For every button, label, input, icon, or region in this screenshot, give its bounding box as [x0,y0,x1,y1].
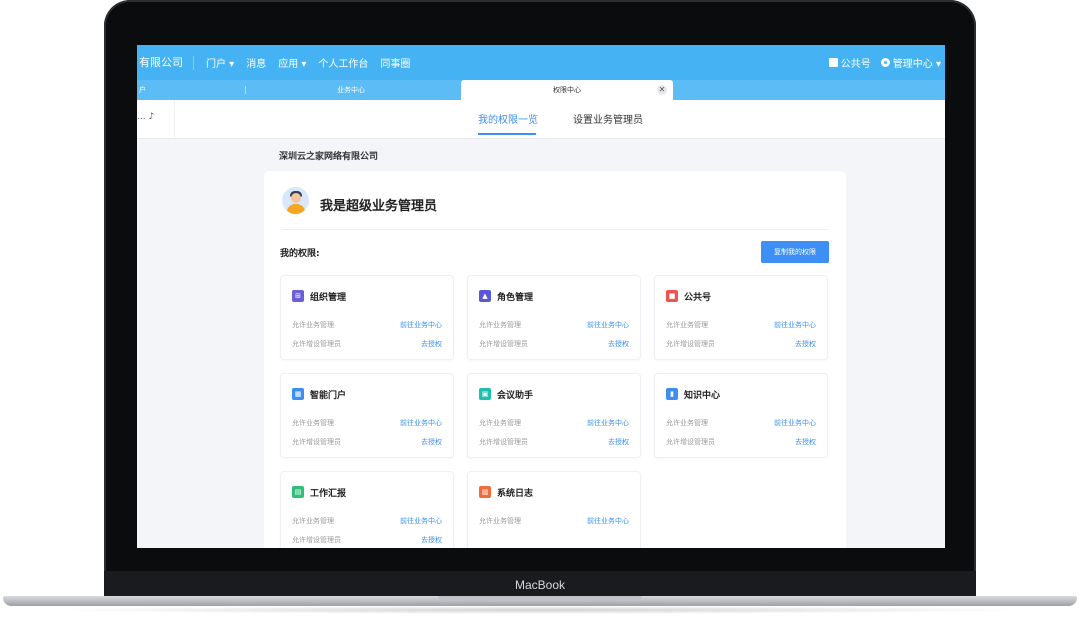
public-account-label: 公共号 [840,59,871,70]
nav-right: 公共号 管理中心 ▾ [828,55,945,70]
module-card: ▣ 会议助手 允许业务管理 前往业务中心 允许增设管理员 去授权 [467,373,641,458]
tab-business-center[interactable]: 业务中心 [337,80,365,100]
role-title: 我是超级业务管理员 [320,199,438,214]
module-title: 智能门户 [310,391,347,401]
authorize-link[interactable]: 去授权 [421,535,442,545]
permission-label: 允许增设管理员 [292,438,341,446]
module-card: ▦ 智能门户 允许业务管理 前往业务中心 允许增设管理员 去授权 [280,373,454,458]
tab-separator [245,86,246,94]
public-account-link[interactable]: 公共号 [828,55,871,70]
module-card: ■ 公共号 允许业务管理 前往业务中心 允许增设管理员 去授权 [654,275,828,360]
nav-portal[interactable]: 门户 ▾ [206,55,234,70]
role-icon: ▲ [479,290,491,302]
permission-label: 允许增设管理员 [666,340,715,348]
goto-business-center-link[interactable]: 前往业务中心 [400,516,442,526]
permissions-card: 我是超级业务管理员 我的权限: 复制我的权限 ⊞ 组织管理 允许业务管理 前往业… [264,171,846,548]
portal-icon: ▦ [292,388,304,400]
module-card: ▮ 知识中心 允许业务管理 前往业务中心 允许增设管理员 去授权 [654,373,828,458]
tab-permission-center[interactable]: 权限中心 ✕ [461,80,673,100]
gear-icon [880,58,890,67]
admin-center-label: 管理中心 ▾ [892,59,941,70]
meeting-icon: ▣ [479,388,491,400]
permission-label: 允许业务管理 [479,517,521,525]
permission-label: 允许业务管理 [292,517,334,525]
divider [174,100,175,138]
authorize-link[interactable]: 去授权 [608,339,629,349]
module-card: ▥ 系统日志 允许业务管理 前往业务中心 [467,471,641,548]
tab-permission-center-label: 权限中心 [553,86,581,94]
divider [282,229,828,230]
tab-bar: 户 业务中心 权限中心 ✕ [137,80,945,100]
laptop-notch [438,596,642,601]
permission-label: 允许业务管理 [479,419,521,427]
goto-business-center-link[interactable]: 前往业务中心 [774,320,816,330]
goto-business-center-link[interactable]: 前往业务中心 [400,320,442,330]
top-nav: 有限公司 门户 ▾ 消息 应用 ▾ 个人工作台 同事圈 公共号 管理中心 ▾ [137,45,945,80]
goto-business-center-link[interactable]: 前往业务中心 [400,418,442,428]
company-name: 深圳云之家网络有限公司 [279,152,379,162]
goto-business-center-link[interactable]: 前往业务中心 [587,516,629,526]
module-title: 公共号 [684,293,712,303]
public-account-icon [828,58,838,67]
authorize-link[interactable]: 去授权 [795,437,816,447]
knowledge-icon: ▮ [666,388,678,400]
goto-business-center-link[interactable]: 前往业务中心 [587,320,629,330]
authorize-link[interactable]: 去授权 [421,437,442,447]
goto-business-center-link[interactable]: 前往业务中心 [587,418,629,428]
permission-label: 允许业务管理 [292,419,334,427]
nav-messages[interactable]: 消息 [246,55,266,70]
avatar [282,187,309,214]
org-icon: ⊞ [292,290,304,302]
nav-apps[interactable]: 应用 ▾ [278,55,306,70]
permission-label: 允许业务管理 [479,321,521,329]
module-title: 系统日志 [497,489,534,499]
module-title: 会议助手 [497,391,534,401]
authorize-link[interactable]: 去授权 [421,339,442,349]
module-title: 角色管理 [497,293,534,303]
module-title: 组织管理 [310,293,347,303]
permission-label: 允许增设管理员 [292,536,341,544]
permission-label: 允许业务管理 [666,321,708,329]
module-card: ▤ 工作汇报 允许业务管理 前往业务中心 允许增设管理员 去授权 [280,471,454,548]
authorize-link[interactable]: 去授权 [795,339,816,349]
sub-tabs: ... ♪ 我的权限一览 设置业务管理员 [137,100,945,139]
company-brand: 有限公司 [137,55,194,70]
permission-label: 允许增设管理员 [479,438,528,446]
copy-permissions-button[interactable]: 复制我的权限 [761,241,829,263]
permission-label: 允许增设管理员 [292,340,341,348]
active-tab-indicator [478,133,536,135]
permission-label: 允许增设管理员 [666,438,715,446]
tab-set-admins[interactable]: 设置业务管理员 [573,111,643,126]
module-card: ▲ 角色管理 允许业务管理 前往业务中心 允许增设管理员 去授权 [467,275,641,360]
permission-label: 允许业务管理 [666,419,708,427]
nav-workspace[interactable]: 个人工作台 [318,55,368,70]
goto-business-center-link[interactable]: 前往业务中心 [774,418,816,428]
report-icon: ▤ [292,486,304,498]
screen: 有限公司 门户 ▾ 消息 应用 ▾ 个人工作台 同事圈 公共号 管理中心 ▾ 户… [137,45,945,548]
permission-label: 允许增设管理员 [479,340,528,348]
module-card: ⊞ 组织管理 允许业务管理 前往业务中心 允许增设管理员 去授权 [280,275,454,360]
public-account-icon: ■ [666,290,678,302]
laptop-label: MacBook [514,578,566,592]
module-title: 知识中心 [684,391,721,401]
tab-my-permissions[interactable]: 我的权限一览 [478,111,538,126]
permission-label: 允许业务管理 [292,321,334,329]
collapsed-menu[interactable]: ... ♪ [137,112,154,122]
nav-colleagues[interactable]: 同事圈 [380,55,410,70]
close-icon[interactable]: ✕ [657,85,667,95]
tab-portal[interactable]: 户 [139,80,146,100]
admin-center-link[interactable]: 管理中心 ▾ [880,55,941,70]
laptop-shadow [40,606,1040,614]
log-icon: ▥ [479,486,491,498]
authorize-link[interactable]: 去授权 [608,437,629,447]
module-title: 工作汇报 [310,489,347,499]
my-permissions-label: 我的权限: [280,249,320,259]
